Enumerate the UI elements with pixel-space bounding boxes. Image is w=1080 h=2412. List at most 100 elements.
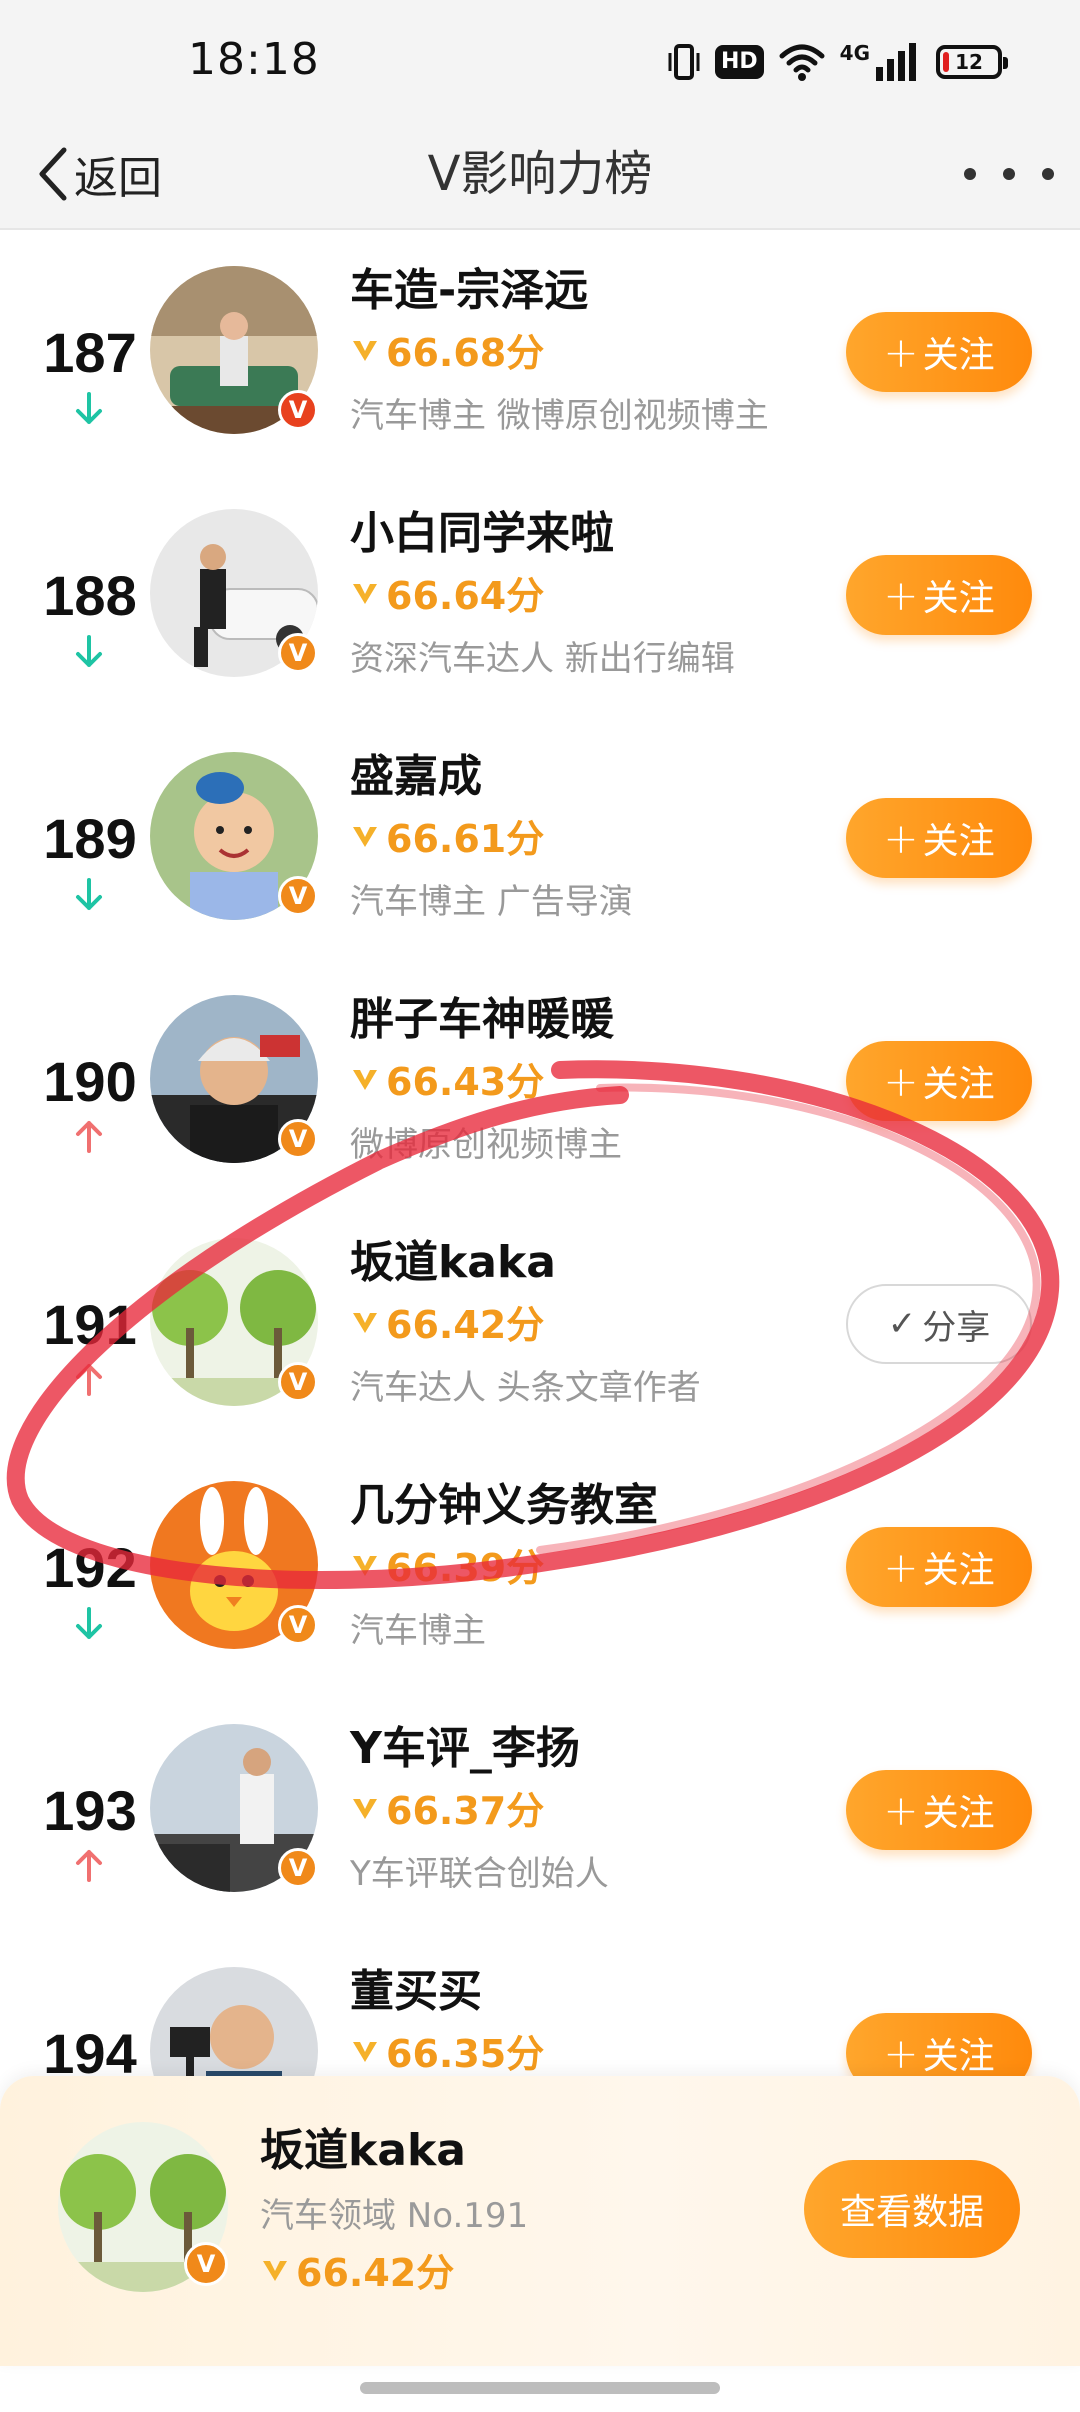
- my-rank-card: V 坂道kaka 汽车领域 No.191 66.42分 查看数据: [0, 2076, 1080, 2366]
- user-description: 微博原创视频博主: [350, 1125, 622, 1165]
- user-score: 66.42分: [350, 1294, 544, 1349]
- verified-badge-icon: V: [278, 1848, 318, 1888]
- share-button[interactable]: ✓ 分享: [846, 1284, 1032, 1364]
- verified-badge-icon: V: [278, 633, 318, 673]
- more-options-icon[interactable]: [964, 146, 1054, 202]
- user-avatar[interactable]: V: [150, 1238, 318, 1406]
- check-icon: ✓: [887, 1304, 917, 1344]
- user-description: 汽车博主: [350, 1611, 486, 1651]
- user-name[interactable]: 小白同学来啦: [350, 497, 614, 561]
- ranking-row[interactable]: 191 V 坂道kaka 66.42分汽车达人 头条文章作者 ✓ 分享: [0, 1202, 1080, 1445]
- user-description: 汽车达人 头条文章作者: [350, 1368, 701, 1408]
- trend-up-icon: [76, 1850, 102, 1882]
- user-name[interactable]: 几分钟义务教室: [350, 1469, 658, 1533]
- follow-button[interactable]: + 关注: [846, 1770, 1032, 1850]
- user-score: 66.61分: [350, 808, 544, 863]
- ranking-row[interactable]: 190 V 胖子车神暖暖 66.43分 微博原创视频博主 + 关注: [0, 959, 1080, 1202]
- my-avatar[interactable]: V: [58, 2122, 228, 2292]
- trend-down-icon: [76, 1607, 102, 1639]
- follow-button[interactable]: + 关注: [846, 312, 1032, 392]
- plus-icon: +: [883, 2028, 919, 2078]
- network-label: 4G: [839, 41, 870, 65]
- user-avatar[interactable]: V: [150, 1481, 318, 1649]
- rank-number: 193: [43, 1779, 137, 1842]
- my-score-value: 66.42分: [296, 2251, 455, 2295]
- ranking-row[interactable]: 188 V 小白同学来啦 66.64分资深汽车达人 新出行编辑 + 关注: [0, 473, 1080, 716]
- user-avatar[interactable]: V: [150, 1724, 318, 1892]
- plus-icon: +: [883, 1785, 919, 1835]
- my-score: 66.42分: [260, 2242, 454, 2297]
- trend-down-icon: [76, 878, 102, 910]
- v-score-icon: [353, 583, 377, 604]
- follow-button[interactable]: + 关注: [846, 798, 1032, 878]
- ranking-row[interactable]: 187 V 车造-宗泽远 66.68分汽车博主 微博原创视频博主 + 关注: [0, 230, 1080, 473]
- button-label: 关注: [922, 2036, 995, 2077]
- ranking-row[interactable]: 193 V Y车评_李扬 66.37分 Y车评联合创始人 + 关注: [0, 1688, 1080, 1931]
- follow-button[interactable]: + 关注: [846, 1527, 1032, 1607]
- follow-button[interactable]: + 关注: [846, 555, 1032, 635]
- user-name[interactable]: 董买买: [350, 1955, 482, 2019]
- score-value: 66.68分: [386, 331, 545, 375]
- user-score: 66.64分: [350, 565, 544, 620]
- user-avatar[interactable]: V: [150, 995, 318, 1163]
- user-description: 资深汽车达人 新出行编辑: [350, 639, 735, 679]
- my-field-rank: 汽车领域 No.191: [260, 2196, 529, 2236]
- button-label: 关注: [922, 1550, 995, 1591]
- user-name[interactable]: 胖子车神暖暖: [350, 983, 614, 1047]
- v-score-icon: [353, 1312, 377, 1333]
- button-label: 关注: [922, 821, 995, 862]
- verified-badge-icon: V: [278, 1605, 318, 1645]
- user-name[interactable]: Y车评_李扬: [350, 1712, 580, 1776]
- battery-level: 12: [955, 50, 983, 74]
- button-label: 分享: [922, 1307, 991, 1348]
- user-avatar[interactable]: V: [150, 509, 319, 677]
- user-avatar[interactable]: V: [150, 752, 318, 920]
- user-avatar[interactable]: V: [150, 266, 318, 434]
- user-description: Y车评联合创始人: [350, 1854, 609, 1894]
- score-value: 66.39分: [386, 1546, 545, 1590]
- trend-up-icon: [76, 1364, 102, 1396]
- score-value: 66.42分: [386, 1303, 545, 1347]
- verified-badge-icon: V: [278, 1119, 318, 1159]
- plus-icon: +: [883, 1056, 919, 1106]
- status-bar: 18:18 HD 4G 12: [0, 0, 1080, 120]
- home-indicator[interactable]: [360, 2382, 720, 2394]
- rank-number: 191: [43, 1293, 137, 1356]
- signal-icon: [876, 43, 916, 81]
- hd-icon: HD: [714, 45, 764, 79]
- ranking-row[interactable]: 189 V 盛嘉成 66.61分 汽车博主 广告导演 + 关注: [0, 716, 1080, 959]
- status-icons: HD 4G 12: [667, 40, 1008, 84]
- trend-down-icon: [76, 635, 102, 667]
- score-value: 66.43分: [386, 1060, 545, 1104]
- nav-bar: 返回 V影响力榜: [0, 120, 1080, 230]
- rank-number: 187: [43, 321, 137, 384]
- verified-badge-icon: V: [278, 1362, 318, 1402]
- rank-number: 188: [43, 564, 137, 627]
- v-score-icon: [353, 2041, 377, 2062]
- rank-number: 192: [43, 1536, 137, 1599]
- battery-icon: 12: [936, 45, 1008, 79]
- button-label: 关注: [922, 1064, 995, 1105]
- plus-icon: +: [883, 813, 919, 863]
- trend-down-icon: [76, 392, 102, 424]
- status-time: 18:18: [188, 34, 320, 85]
- trend-up-icon: [76, 1121, 102, 1153]
- user-score: 66.43分: [350, 1051, 544, 1106]
- user-name[interactable]: 盛嘉成: [350, 740, 482, 804]
- v-score-icon: [353, 1069, 377, 1090]
- user-name[interactable]: 坂道kaka: [350, 1226, 556, 1290]
- verified-badge-icon: V: [278, 390, 318, 430]
- plus-icon: +: [883, 1542, 919, 1592]
- user-score: 66.39分: [350, 1537, 544, 1592]
- follow-button[interactable]: + 关注: [846, 1041, 1032, 1121]
- user-name[interactable]: 车造-宗泽远: [350, 254, 588, 318]
- user-score: 66.37分: [350, 1780, 544, 1835]
- v-score-icon: [263, 2260, 287, 2281]
- view-data-button[interactable]: 查看数据: [804, 2160, 1020, 2258]
- user-score: 66.68分: [350, 322, 544, 377]
- button-label: 关注: [922, 335, 995, 376]
- user-description: 汽车博主 微博原创视频博主: [350, 396, 769, 436]
- ranking-row[interactable]: 192 V 几分钟义务教室 66.39分汽车博主 + 关注: [0, 1445, 1080, 1688]
- v-score-icon: [353, 340, 377, 361]
- user-description: 汽车博主 广告导演: [350, 882, 633, 922]
